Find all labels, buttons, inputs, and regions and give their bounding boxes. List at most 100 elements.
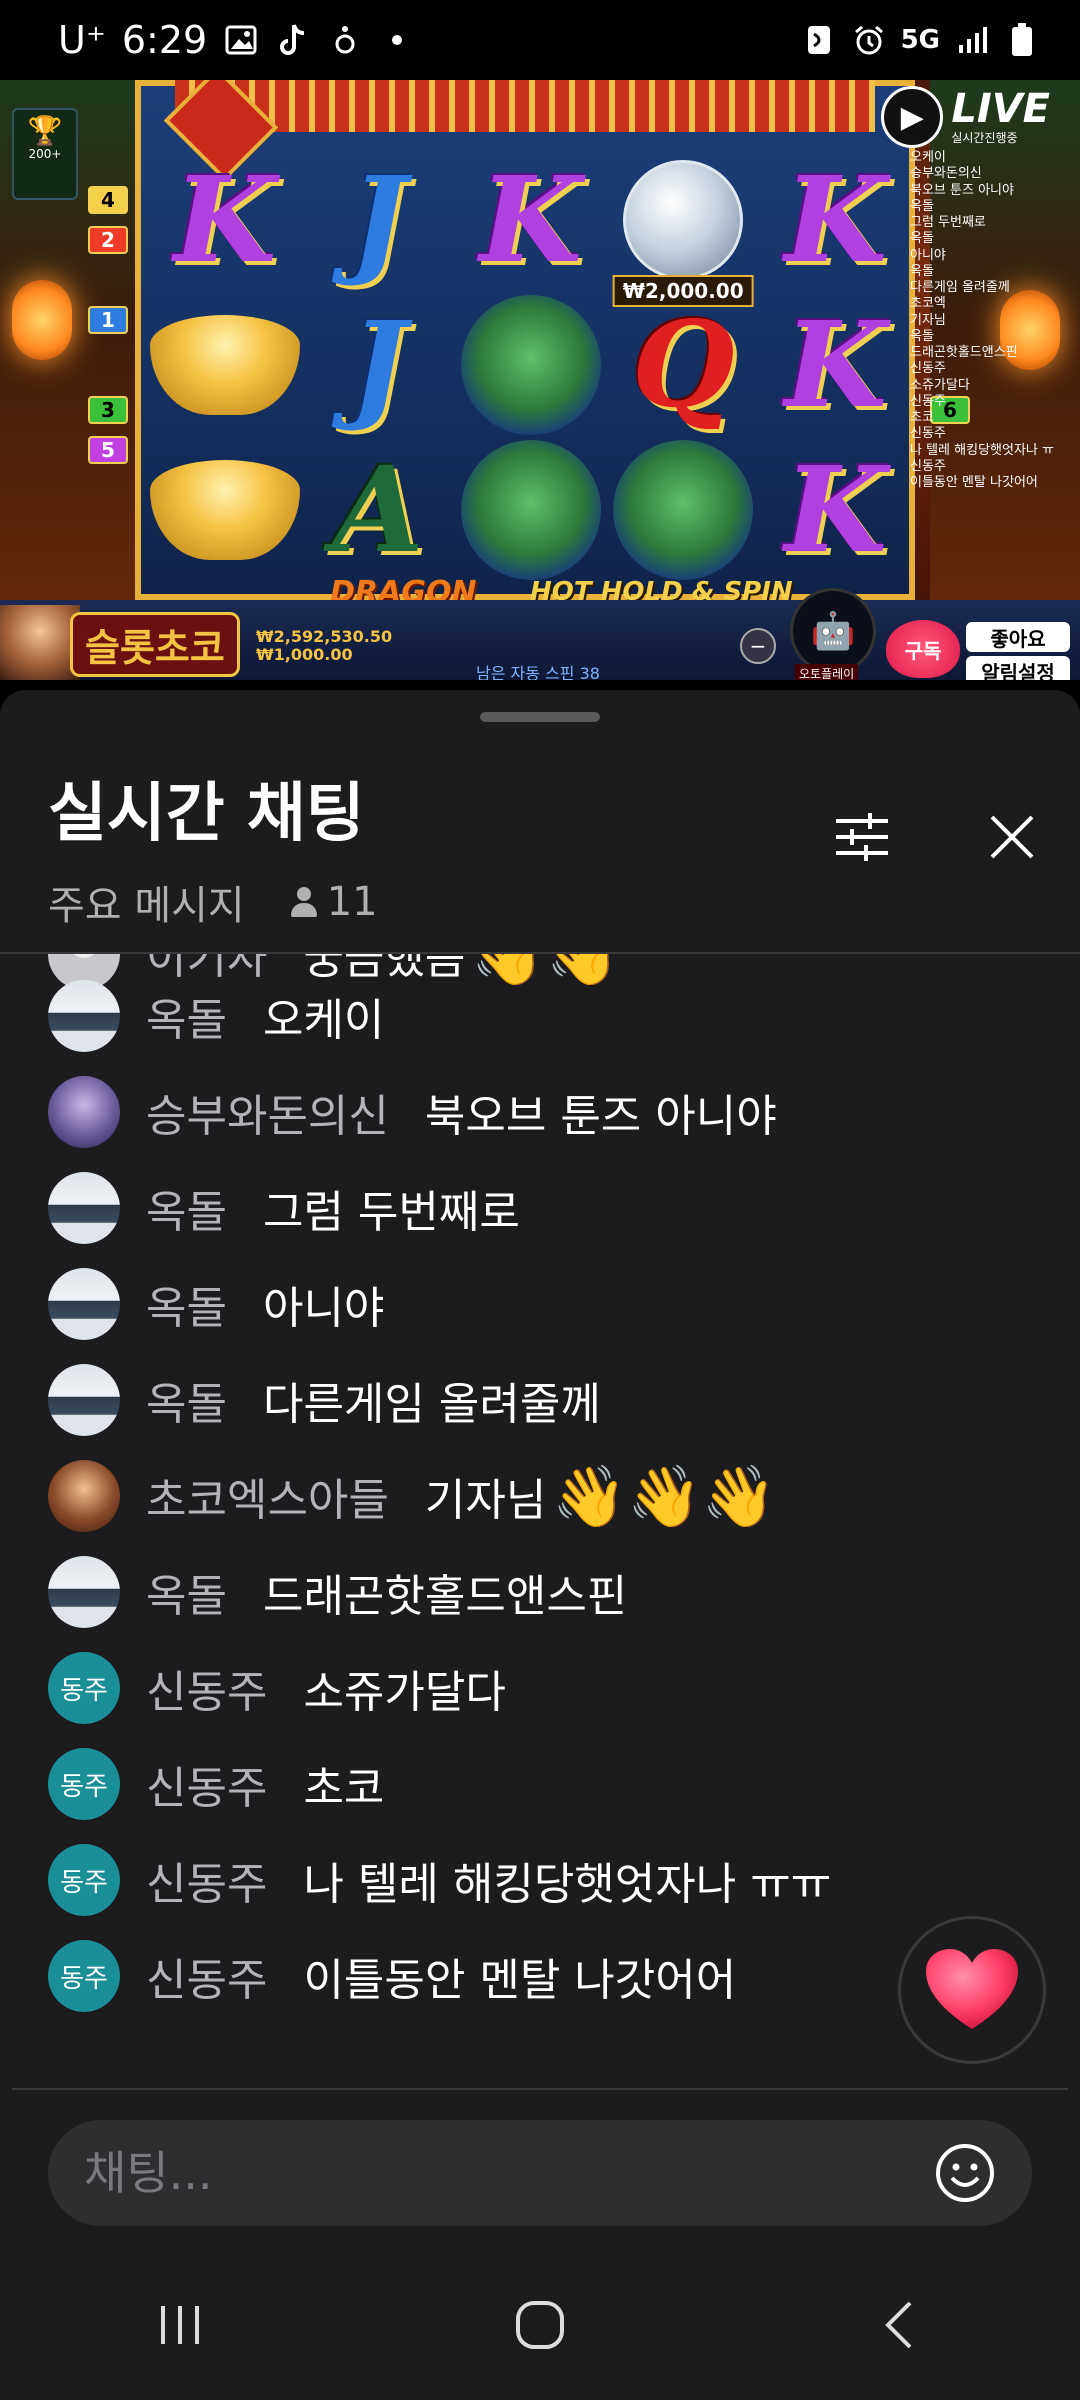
coin-symbol-icon: ₩2,000.00: [609, 150, 758, 308]
viewer-count: 11: [289, 879, 378, 925]
sliders-icon: [836, 813, 888, 861]
signal-icon: [954, 22, 990, 58]
alarm-setting-badge: 알림설정: [966, 656, 1070, 680]
battery-icon: [1004, 22, 1040, 58]
divider: [12, 2088, 1068, 2090]
avatar[interactable]: [48, 1172, 120, 1244]
recent-apps-button[interactable]: [120, 2280, 240, 2370]
chat-message: 옥돌 다른게임 올려줄께: [48, 1360, 601, 1440]
heart-reaction-button[interactable]: [898, 1916, 1046, 2064]
chat-message: 옥돌 오케이: [48, 976, 384, 1056]
frog-symbol-icon: [457, 439, 606, 580]
chat-message-list[interactable]: 이기자 궁금했음 👋👋 옥돌 오케이 승부와돈의신 북오브 툰즈 아니야 옥돌 …: [0, 954, 1080, 2084]
reel-symbol: K: [479, 150, 583, 290]
message-author[interactable]: 옥돌: [146, 1176, 227, 1240]
back-button[interactable]: [840, 2280, 960, 2370]
message-author[interactable]: 옥돌: [146, 1560, 227, 1624]
like-badge: 좋아요: [966, 622, 1070, 652]
message-author[interactable]: 옥돌: [146, 1368, 227, 1432]
back-icon: [885, 2301, 912, 2349]
message-author[interactable]: 신동주: [146, 1944, 267, 2008]
filter-settings-button[interactable]: [830, 805, 894, 869]
home-button[interactable]: [480, 2280, 600, 2370]
reel-symbol: K: [784, 294, 888, 434]
avatar[interactable]: [48, 1364, 120, 1436]
carrier-label: U⁺: [58, 18, 106, 62]
close-icon: [990, 815, 1034, 859]
payline-marker: 2: [88, 226, 128, 254]
system-navigation-bar: [0, 2250, 1080, 2400]
emoji-button[interactable]: [934, 2142, 996, 2204]
frog-symbol-icon: [457, 294, 606, 436]
avatar[interactable]: [48, 980, 120, 1052]
message-author[interactable]: 신동주: [146, 1848, 267, 1912]
avatar[interactable]: [48, 1076, 120, 1148]
home-icon: [516, 2301, 564, 2349]
auto-spin-count: 남은 자동 스핀 38: [476, 664, 600, 680]
avatar[interactable]: [48, 1268, 120, 1340]
message-text: 기자님: [424, 1475, 547, 1526]
coin-value: ₩2,000.00: [612, 275, 754, 308]
message-author[interactable]: 신동주: [146, 1656, 267, 1720]
chat-message: 승부와돈의신 북오브 툰즈 아니야: [48, 1072, 777, 1152]
reel-symbol: A: [332, 439, 425, 579]
chat-message: 옥돌 아니야: [48, 1264, 384, 1344]
tiktok-icon: [275, 22, 311, 58]
waving-hand-emoji: 👋👋👋: [552, 1461, 777, 1532]
message-author[interactable]: 초코엑스아들: [146, 1464, 389, 1528]
message-author[interactable]: 신동주: [146, 1752, 267, 1816]
chat-message: 초코엑스아들 기자님 👋👋👋: [48, 1456, 776, 1536]
person-icon: [289, 885, 319, 919]
slot-grid: K J K ₩2,000.00 K J Q K A K: [150, 150, 910, 580]
waving-hand-emoji: 👋👋: [471, 954, 621, 990]
drag-handle[interactable]: [480, 712, 600, 722]
subscribe-heart-badge: 구독: [886, 620, 960, 678]
message-text: 나 텔레 해킹당햇엇자나 ㅠㅠ: [303, 1859, 832, 1910]
minus-icon: −: [740, 628, 776, 664]
chat-title: 실시간 채팅: [48, 777, 365, 851]
avatar[interactable]: 동주: [48, 1940, 120, 2012]
chat-input-bar: [48, 2120, 1032, 2226]
network-label: 5G: [900, 25, 940, 55]
payline-marker: 3: [88, 396, 128, 424]
chat-message: 동주 신동주 초코: [48, 1744, 384, 1824]
smiley-icon: [936, 2144, 994, 2202]
message-text: 그럼 두번째로: [262, 1187, 520, 1238]
live-badge: ▶ LIVE 실시간진행중: [881, 86, 1050, 148]
lantern-icon: [12, 280, 72, 360]
payline-marker: 5: [88, 436, 128, 464]
recent-apps-icon: [161, 2306, 199, 2344]
avatar[interactable]: 동주: [48, 1844, 120, 1916]
nfc-icon: [801, 22, 837, 58]
balance-display: ₩2,592,530.50 ₩1,000.00: [256, 627, 393, 665]
trophy-badge: 🏆 200+: [12, 108, 78, 200]
avatar[interactable]: [48, 1556, 120, 1628]
trophy-text: 200+: [28, 147, 62, 161]
chat-input[interactable]: [84, 2146, 934, 2200]
live-video-player[interactable]: 🏆 200+ K J K ₩2,000.00 K J Q K A K 4 2 1…: [0, 80, 1080, 680]
message-text: 북오브 툰즈 아니야: [424, 1091, 777, 1142]
message-author[interactable]: 승부와돈의신: [146, 1080, 389, 1144]
close-button[interactable]: [980, 805, 1044, 869]
reel-symbol: K: [784, 150, 888, 290]
chat-mode-selector[interactable]: 주요 메시지 11: [48, 873, 378, 931]
chat-message: 옥돌 그럼 두번째로: [48, 1168, 520, 1248]
status-bar: U⁺ 6:29 5G: [0, 0, 1080, 80]
channel-logo: 슬롯초코: [70, 612, 240, 677]
gallery-icon: [223, 22, 259, 58]
avatar[interactable]: 동주: [48, 1652, 120, 1724]
message-text: 이틀동안 멘탈 나갓어어: [303, 1955, 737, 2006]
message-author[interactable]: 옥돌: [146, 1272, 227, 1336]
avatar[interactable]: [48, 1460, 120, 1532]
reel-symbol: K: [784, 439, 888, 579]
payline-marker: 1: [88, 306, 128, 334]
message-author[interactable]: 옥돌: [146, 984, 227, 1048]
message-text: 오케이: [262, 995, 385, 1046]
alarm-icon: [851, 22, 887, 58]
ingot-symbol-icon: [150, 295, 300, 436]
message-text: 소쥬가달다: [303, 1667, 506, 1718]
avatar[interactable]: 동주: [48, 1748, 120, 1820]
dot-icon: [379, 22, 415, 58]
chat-message: 동주 신동주 나 텔레 해킹당햇엇자나 ㅠㅠ: [48, 1840, 831, 1920]
app-icon: [327, 22, 363, 58]
